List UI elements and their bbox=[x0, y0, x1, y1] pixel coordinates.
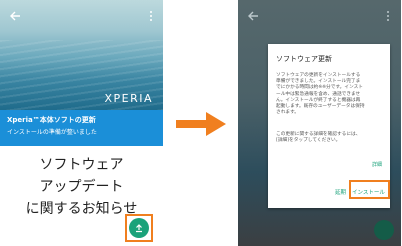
brand-logo-text: XPERIA bbox=[104, 92, 153, 105]
detail-button[interactable]: 詳細 bbox=[372, 161, 382, 168]
step-arrow-icon bbox=[176, 112, 226, 136]
update-subtitle: インストールの準備が整いました bbox=[7, 129, 97, 136]
back-arrow-icon-dimmed bbox=[247, 10, 259, 25]
dialog-title: ソフトウェア更新 bbox=[276, 55, 332, 63]
notice-heading: ソフトウェア アップデート に関するお知らせ bbox=[0, 154, 163, 220]
dialog-body-detail-hint: この更新に関する詳細を確認するには、 [詳細]をタップしてください。 bbox=[276, 132, 384, 144]
dialog-body2-line: [詳細]をタップしてください。 bbox=[276, 138, 341, 144]
upload-fab-dimmed bbox=[374, 220, 394, 240]
more-menu-icon[interactable] bbox=[148, 10, 154, 24]
notice-line-2: アップデート bbox=[39, 179, 124, 195]
software-update-dialog: ソフトウェア更新 ソフトウェアの更新をインストールする 準備ができました。インス… bbox=[268, 44, 390, 208]
postpone-button[interactable]: 延期 bbox=[335, 188, 346, 196]
dialog-body: ソフトウェアの更新をインストールする 準備ができました。インストール完了ま でに… bbox=[276, 73, 384, 116]
update-title: Xperia™本体ソフトの更新 bbox=[7, 116, 96, 124]
upload-fab-button[interactable] bbox=[129, 218, 149, 238]
upload-icon bbox=[134, 224, 144, 236]
dialog-body-line: されます。 bbox=[276, 110, 299, 116]
more-menu-icon-dimmed bbox=[386, 10, 390, 25]
left-phone-screen: XPERIA Xperia™本体ソフトの更新 インストールの準備が整いました ソ… bbox=[0, 0, 163, 246]
back-arrow-icon[interactable] bbox=[9, 10, 23, 24]
notice-line-1: ソフトウェア bbox=[39, 157, 124, 173]
install-button[interactable]: インストール bbox=[352, 188, 385, 196]
